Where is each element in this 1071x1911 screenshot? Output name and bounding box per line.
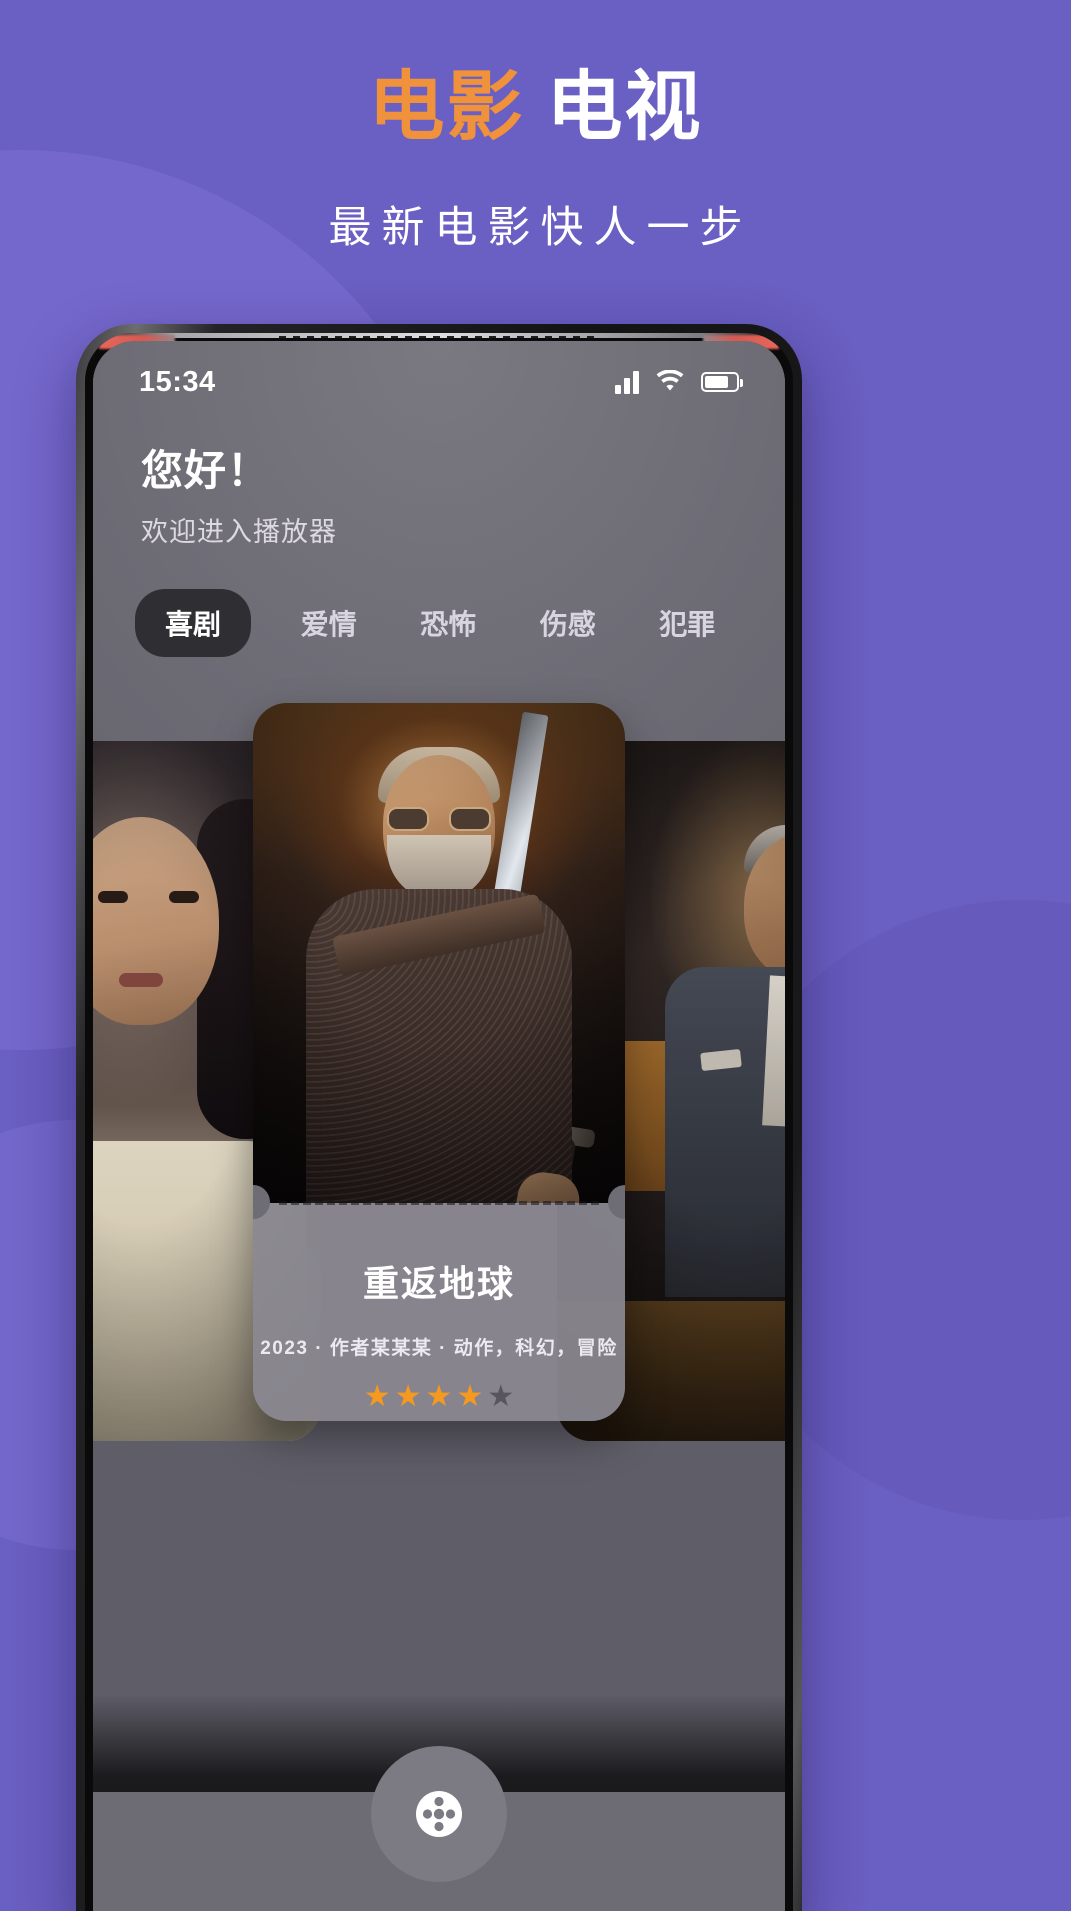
star-icon-2[interactable]: ★	[395, 1382, 422, 1412]
status-bar-icons	[615, 370, 743, 394]
tab-drama[interactable]: 伤感	[512, 589, 624, 657]
poster-image-center	[253, 703, 625, 1203]
carousel-card-center[interactable]: 重返地球 2023 · 作者某某某 · 动作，科幻，冒险 ★ ★ ★ ★ ★	[253, 703, 625, 1421]
tab-horror[interactable]: 恐怖	[393, 589, 505, 657]
phone-bezel: 15:34 您好！ 欢迎进入播放器 喜剧 爱情 恐怖 伤感 犯罪 重返地球 20…	[85, 333, 793, 1911]
status-bar: 15:34	[93, 341, 785, 413]
tab-romance[interactable]: 爱情	[273, 589, 385, 657]
promo-headline-white: 电视	[546, 65, 703, 150]
status-bar-time: 15:34	[139, 365, 216, 398]
poster-artwork	[253, 703, 625, 1203]
star-icon-4[interactable]: ★	[456, 1382, 483, 1412]
wifi-icon	[655, 370, 685, 394]
greeting-title: 您好！	[141, 447, 271, 494]
phone-screen: 15:34 您好！ 欢迎进入播放器 喜剧 爱情 恐怖 伤感 犯罪 重返地球 20…	[93, 341, 785, 1911]
tab-comedy[interactable]: 喜剧	[135, 589, 252, 657]
battery-icon	[701, 372, 743, 392]
movie-title: 重返地球	[362, 1263, 515, 1304]
promo-headline-orange: 电影	[368, 65, 525, 150]
movie-meta: 2023 · 作者某某某 · 动作，科幻，冒险	[260, 1338, 618, 1359]
signal-bars-icon	[615, 370, 639, 394]
tab-crime[interactable]: 犯罪	[632, 589, 744, 657]
rating-stars[interactable]: ★ ★ ★ ★ ★	[364, 1382, 515, 1412]
movie-info-panel: 重返地球 2023 · 作者某某某 · 动作，科幻，冒险 ★ ★ ★ ★ ★	[253, 1203, 625, 1421]
star-icon-3[interactable]: ★	[426, 1382, 453, 1412]
greeting-subtitle: 欢迎进入播放器	[141, 517, 337, 547]
star-icon-5[interactable]: ★	[487, 1382, 514, 1412]
promo-headline: 电影 电视	[0, 68, 1071, 148]
film-reel-button[interactable]	[371, 1746, 507, 1882]
greeting-block: 您好！ 欢迎进入播放器	[93, 413, 785, 549]
film-reel-icon	[408, 1783, 470, 1845]
phone-mockup: 15:34 您好！ 欢迎进入播放器 喜剧 爱情 恐怖 伤感 犯罪 重返地球 20…	[76, 324, 802, 1911]
ticket-perforation	[279, 1201, 599, 1205]
movie-carousel: 重返地球 2023 · 作者某某某 · 动作，科幻，冒险 ★ ★ ★ ★ ★	[93, 703, 785, 1443]
star-icon-1[interactable]: ★	[364, 1382, 391, 1412]
category-tabs: 喜剧 爱情 恐怖 伤感 犯罪	[93, 549, 785, 657]
promo-subtitle: 最新电影快人一步	[328, 204, 753, 252]
